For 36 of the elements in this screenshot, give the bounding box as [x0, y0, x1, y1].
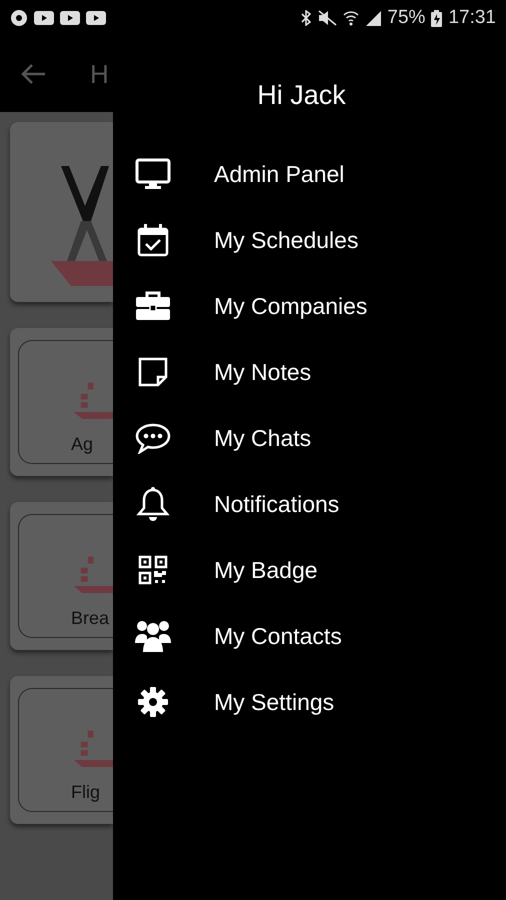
- menu-item[interactable]: My Chats: [113, 405, 506, 471]
- menu-item[interactable]: Notifications: [113, 471, 506, 537]
- chat-bubble-icon: [135, 422, 171, 454]
- video-icon: [86, 11, 106, 25]
- battery-icon: [431, 10, 442, 26]
- note-icon: [137, 356, 169, 388]
- qr-code-icon: [138, 555, 168, 585]
- menu-item[interactable]: My Contacts: [113, 603, 506, 669]
- briefcase-icon: [135, 291, 171, 321]
- clock: 17:31: [448, 7, 496, 29]
- menu-item[interactable]: My Companies: [113, 273, 506, 339]
- card-label: Brea: [71, 608, 110, 629]
- bell-icon: [136, 486, 170, 522]
- greeting: Hi Jack: [256, 79, 347, 112]
- people-icon: [134, 619, 172, 653]
- battery-level: 75%: [387, 7, 426, 29]
- signal-icon: [365, 10, 382, 26]
- menu-item[interactable]: My Notes: [113, 339, 506, 405]
- video-icon: [34, 11, 54, 25]
- mute-icon: [317, 10, 338, 26]
- menu-item[interactable]: My Settings: [113, 669, 506, 735]
- menu-item[interactable]: My Badge: [113, 537, 506, 603]
- notification-icon: [10, 9, 28, 27]
- menu-item[interactable]: Admin Panel: [113, 141, 506, 207]
- card-label: Ag: [71, 434, 94, 455]
- calendar-check-icon: [136, 223, 170, 257]
- bluetooth-icon: [301, 10, 312, 26]
- menu-item[interactable]: My Schedules: [113, 207, 506, 273]
- card-label: Flig: [71, 782, 100, 803]
- gear-icon: [137, 686, 169, 718]
- page-title: H: [90, 58, 109, 90]
- back-arrow-icon[interactable]: [20, 63, 46, 85]
- monitor-icon: [135, 158, 171, 190]
- logo-card[interactable]: [10, 122, 113, 302]
- wifi-icon: [343, 10, 360, 26]
- video-icon: [60, 11, 80, 25]
